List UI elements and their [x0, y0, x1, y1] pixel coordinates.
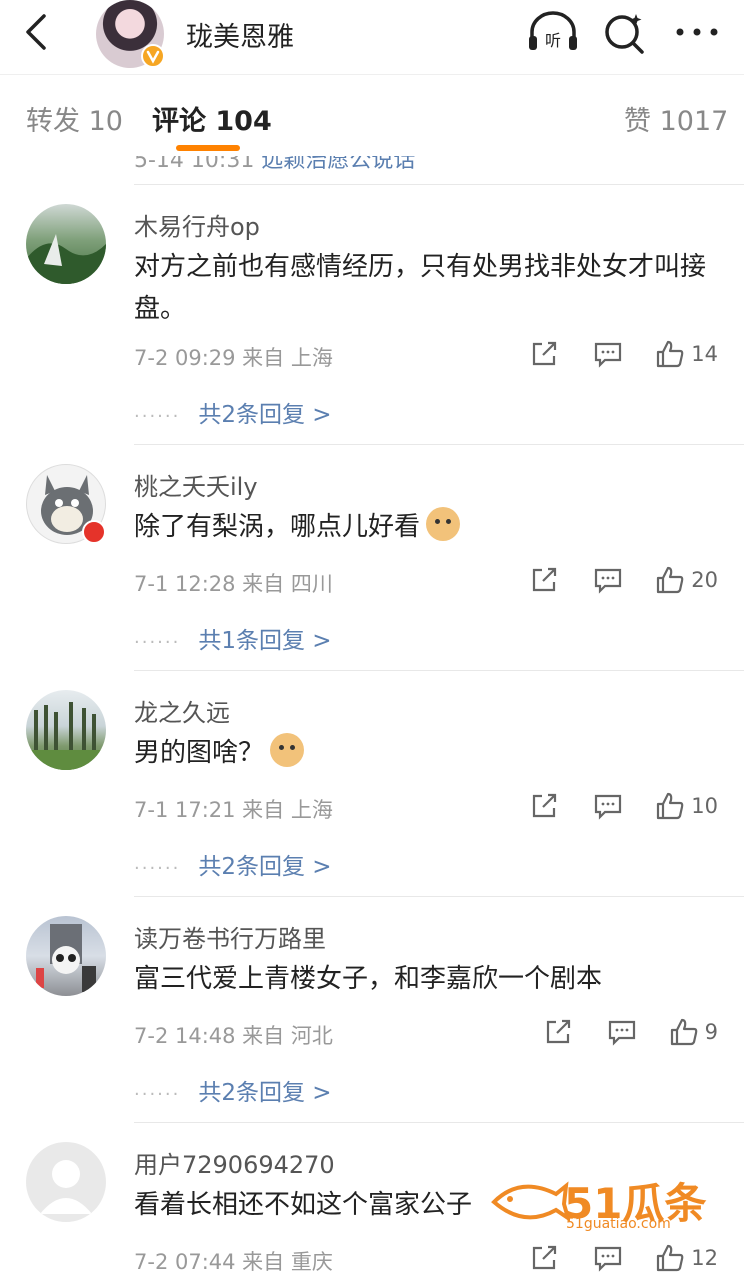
search-icon[interactable] [602, 10, 648, 56]
doge-emoji-icon [270, 733, 305, 767]
back-arrow-icon[interactable] [18, 12, 58, 52]
divider [134, 896, 744, 897]
comment-author[interactable]: 读万卷书行万路里 [134, 919, 326, 954]
comment-text-body: 男的图啥？ [134, 738, 265, 768]
like-button[interactable]: 14 [655, 339, 718, 369]
share-icon[interactable] [529, 339, 559, 369]
reply-icon[interactable] [607, 1017, 637, 1047]
comment-actions: 12 [529, 1242, 718, 1274]
like-count: 9 [704, 1020, 718, 1044]
active-tab-indicator [176, 145, 240, 151]
like-button[interactable]: 12 [655, 1243, 718, 1273]
share-icon[interactable] [529, 1243, 559, 1273]
dots-decoration: ······ [134, 858, 181, 879]
view-replies-link[interactable]: ······ 共2条回复 > [134, 1073, 332, 1107]
reply-icon[interactable] [593, 565, 623, 595]
comment-text: 对方之前也有感情经历，只有处男找非处女才叫接盘。 [134, 252, 707, 324]
avatar[interactable] [26, 916, 106, 996]
dots-decoration: ······ [134, 1084, 181, 1105]
default-avatar-icon[interactable] [26, 1142, 106, 1222]
avatar[interactable] [26, 204, 106, 284]
reply-icon[interactable] [593, 1243, 623, 1273]
thumbs-up-icon [670, 1018, 697, 1046]
avatar[interactable] [26, 690, 106, 770]
view-replies-link[interactable]: ······ 共2条回复 > [134, 847, 332, 881]
reply-icon[interactable] [593, 339, 623, 369]
replies-label: 共2条回复 > [198, 854, 332, 880]
divider [134, 444, 744, 445]
comment-meta: 7-1 17:21 来自 上海 [134, 798, 333, 822]
like-count: 10 [691, 794, 718, 818]
reply-icon[interactable] [593, 791, 623, 821]
comment-meta: 7-1 12:28 来自 四川 [134, 572, 333, 596]
comment-author[interactable]: 桃之夭夭ily [134, 467, 258, 502]
more-options-icon[interactable] [674, 22, 720, 42]
comment-actions: 20 [529, 564, 718, 596]
comment-author[interactable]: 用户7290694270 [134, 1145, 335, 1180]
comment-actions: 14 [529, 338, 718, 370]
comment-text: 男的图啥？ [134, 732, 714, 774]
partial-link[interactable]: 远颖治愿公说话 [261, 156, 415, 173]
like-button[interactable]: 9 [669, 1017, 718, 1047]
watermark-fish-logo-icon [491, 1181, 570, 1222]
dots-decoration: ······ [134, 632, 181, 653]
divider [134, 670, 744, 671]
comment-author[interactable]: 龙之久远 [134, 693, 230, 728]
replies-label: 共2条回复 > [198, 1080, 332, 1106]
comment-text: 除了有梨涡，哪点儿好看 [134, 506, 714, 548]
tab-bar: 转发 10 评论 104 赞 1017 [0, 74, 744, 156]
comment-meta: 7-2 07:44 来自 重庆 [134, 1250, 333, 1274]
tab-likes[interactable]: 赞 1017 [624, 99, 728, 138]
comment-author[interactable]: 木易行舟op [134, 207, 260, 242]
view-replies-link[interactable]: ······ 共1条回复 > [134, 621, 332, 655]
like-count: 14 [691, 342, 718, 366]
divider [134, 184, 744, 185]
top-bar: 珑美恩雅 听 [0, 0, 744, 72]
listen-headphones-icon[interactable]: 听 [526, 10, 580, 54]
divider [134, 1122, 744, 1123]
view-replies-link[interactable]: ······ 共2条回复 > [134, 395, 332, 429]
doge-emoji-icon [426, 507, 461, 541]
dots-decoration: ······ [134, 406, 181, 427]
comment-meta: 7-2 09:29 来自 上海 [134, 346, 333, 370]
like-count: 12 [691, 1246, 718, 1270]
previous-comment-partial: 5-14 10:31 远颖治愿公说话 [0, 156, 744, 184]
author-name[interactable]: 珑美恩雅 [186, 15, 294, 54]
like-button[interactable]: 10 [655, 791, 718, 821]
tab-repost[interactable]: 转发 10 [26, 99, 123, 138]
member-badge-icon [82, 520, 106, 544]
comment-actions: 10 [529, 790, 718, 822]
comment-text-body: 除了有梨涡，哪点儿好看 [134, 512, 421, 542]
site-watermark: 51瓜条 51guatiao.com [490, 1168, 730, 1234]
tab-comments[interactable]: 评论 104 [152, 99, 272, 138]
replies-label: 共1条回复 > [198, 628, 332, 654]
thumbs-up-icon [657, 340, 684, 368]
comment-meta: 7-2 14:48 来自 河北 [134, 1024, 333, 1048]
comment-text: 富三代爱上青楼女子，和李嘉欣一个剧本 [134, 964, 603, 994]
thumbs-up-icon [657, 566, 684, 594]
comment-actions: 9 [543, 1016, 718, 1048]
partial-meta: 5-14 10:31 [134, 156, 255, 173]
share-icon[interactable] [529, 565, 559, 595]
thumbs-up-icon [657, 792, 684, 820]
svg-text:听: 听 [545, 31, 561, 50]
watermark-url: 51guatiao.com [566, 1216, 671, 1232]
like-button[interactable]: 20 [655, 565, 718, 595]
share-icon[interactable] [529, 791, 559, 821]
thumbs-up-icon [657, 1244, 684, 1272]
verified-badge-icon [141, 44, 165, 68]
like-count: 20 [691, 568, 718, 592]
share-icon[interactable] [543, 1017, 573, 1047]
replies-label: 共2条回复 > [198, 402, 332, 428]
